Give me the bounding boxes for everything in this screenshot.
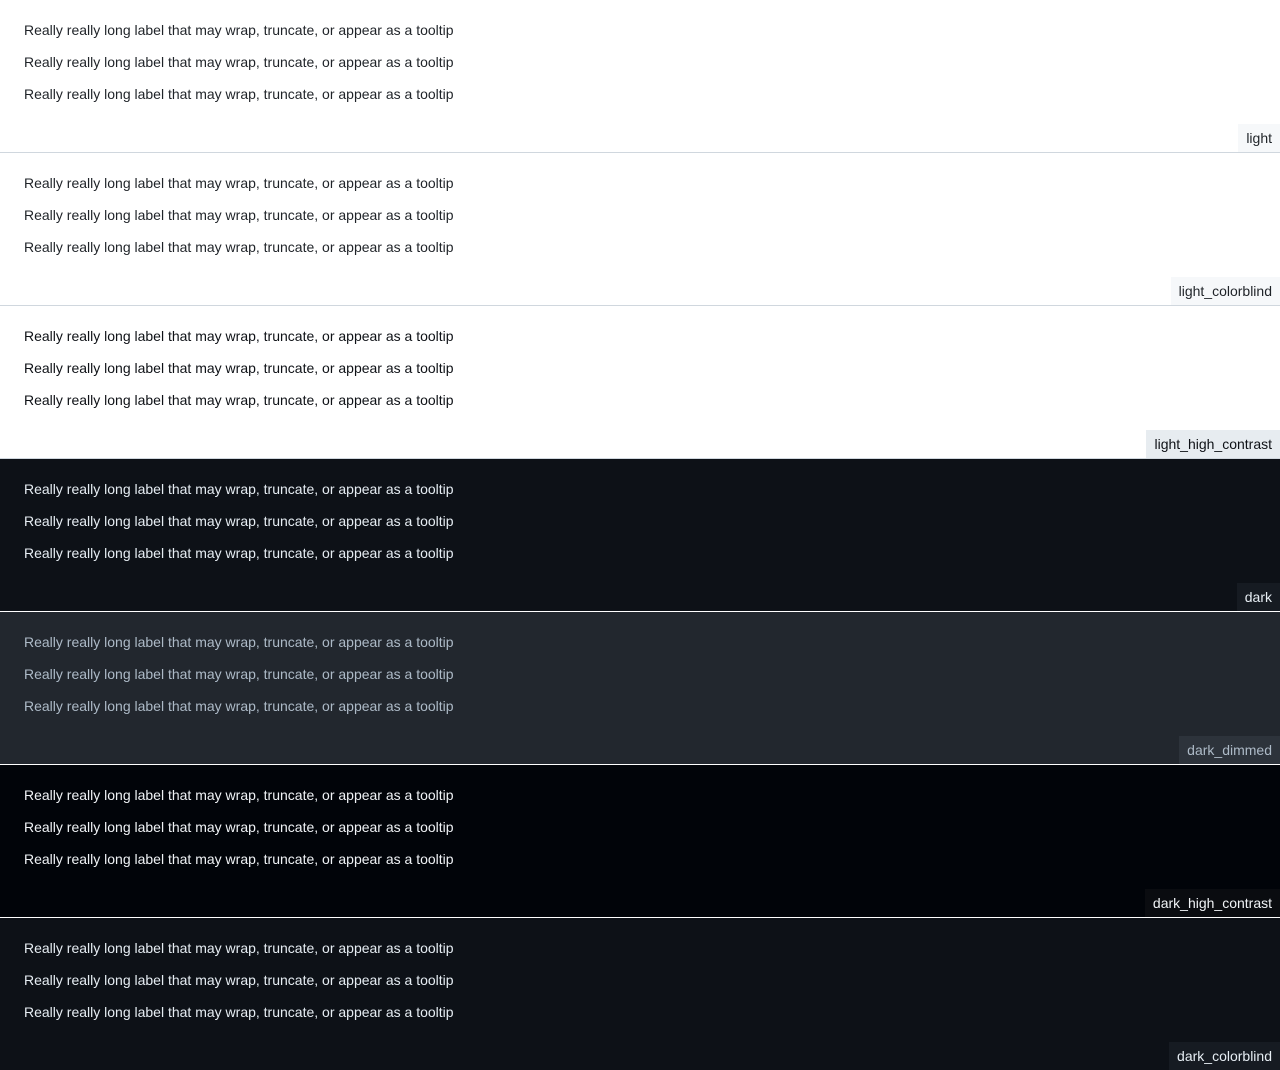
list-item[interactable]: Really really long label that may wrap, …	[24, 696, 454, 716]
item-list: Really really long label that may wrap, …	[24, 326, 454, 422]
item-list: Really really long label that may wrap, …	[24, 479, 454, 575]
theme-panel-dark: Really really long label that may wrap, …	[0, 459, 1280, 612]
list-item[interactable]: Really really long label that may wrap, …	[24, 479, 454, 499]
theme-panel-dark-dimmed: Really really long label that may wrap, …	[0, 612, 1280, 765]
list-item[interactable]: Really really long label that may wrap, …	[24, 20, 454, 40]
list-item[interactable]: Really really long label that may wrap, …	[24, 970, 454, 990]
item-list: Really really long label that may wrap, …	[24, 632, 454, 728]
item-list: Really really long label that may wrap, …	[24, 938, 454, 1034]
list-item[interactable]: Really really long label that may wrap, …	[24, 849, 454, 869]
theme-name-tag: light_colorblind	[1170, 277, 1280, 305]
theme-name-tag: light_high_contrast	[1146, 430, 1280, 458]
theme-panel-light-colorblind: Really really long label that may wrap, …	[0, 153, 1280, 306]
list-item[interactable]: Really really long label that may wrap, …	[24, 938, 454, 958]
list-item[interactable]: Really really long label that may wrap, …	[24, 237, 454, 257]
list-item[interactable]: Really really long label that may wrap, …	[24, 173, 454, 193]
list-item[interactable]: Really really long label that may wrap, …	[24, 326, 454, 346]
list-item[interactable]: Really really long label that may wrap, …	[24, 390, 454, 410]
theme-name-tag: dark	[1236, 583, 1280, 611]
theme-name-tag: dark_dimmed	[1179, 736, 1280, 764]
list-item[interactable]: Really really long label that may wrap, …	[24, 543, 454, 563]
list-item[interactable]: Really really long label that may wrap, …	[24, 84, 454, 104]
list-item[interactable]: Really really long label that may wrap, …	[24, 205, 454, 225]
theme-panel-light: Really really long label that may wrap, …	[0, 0, 1280, 153]
theme-panel-dark-high-contrast: Really really long label that may wrap, …	[0, 765, 1280, 918]
list-item[interactable]: Really really long label that may wrap, …	[24, 664, 454, 684]
theme-panel-dark-colorblind: Really really long label that may wrap, …	[0, 918, 1280, 1070]
theme-panel-light-high-contrast: Really really long label that may wrap, …	[0, 306, 1280, 459]
item-list: Really really long label that may wrap, …	[24, 785, 454, 881]
list-item[interactable]: Really really long label that may wrap, …	[24, 52, 454, 72]
list-item[interactable]: Really really long label that may wrap, …	[24, 511, 454, 531]
item-list: Really really long label that may wrap, …	[24, 20, 454, 116]
list-item[interactable]: Really really long label that may wrap, …	[24, 358, 454, 378]
theme-name-tag: dark_high_contrast	[1144, 889, 1280, 917]
theme-preview-list: Really really long label that may wrap, …	[0, 0, 1280, 1070]
list-item[interactable]: Really really long label that may wrap, …	[24, 632, 454, 652]
theme-name-tag: light	[1238, 124, 1280, 152]
list-item[interactable]: Really really long label that may wrap, …	[24, 817, 454, 837]
theme-name-tag: dark_colorblind	[1169, 1042, 1280, 1070]
list-item[interactable]: Really really long label that may wrap, …	[24, 1002, 454, 1022]
list-item[interactable]: Really really long label that may wrap, …	[24, 785, 454, 805]
item-list: Really really long label that may wrap, …	[24, 173, 454, 269]
